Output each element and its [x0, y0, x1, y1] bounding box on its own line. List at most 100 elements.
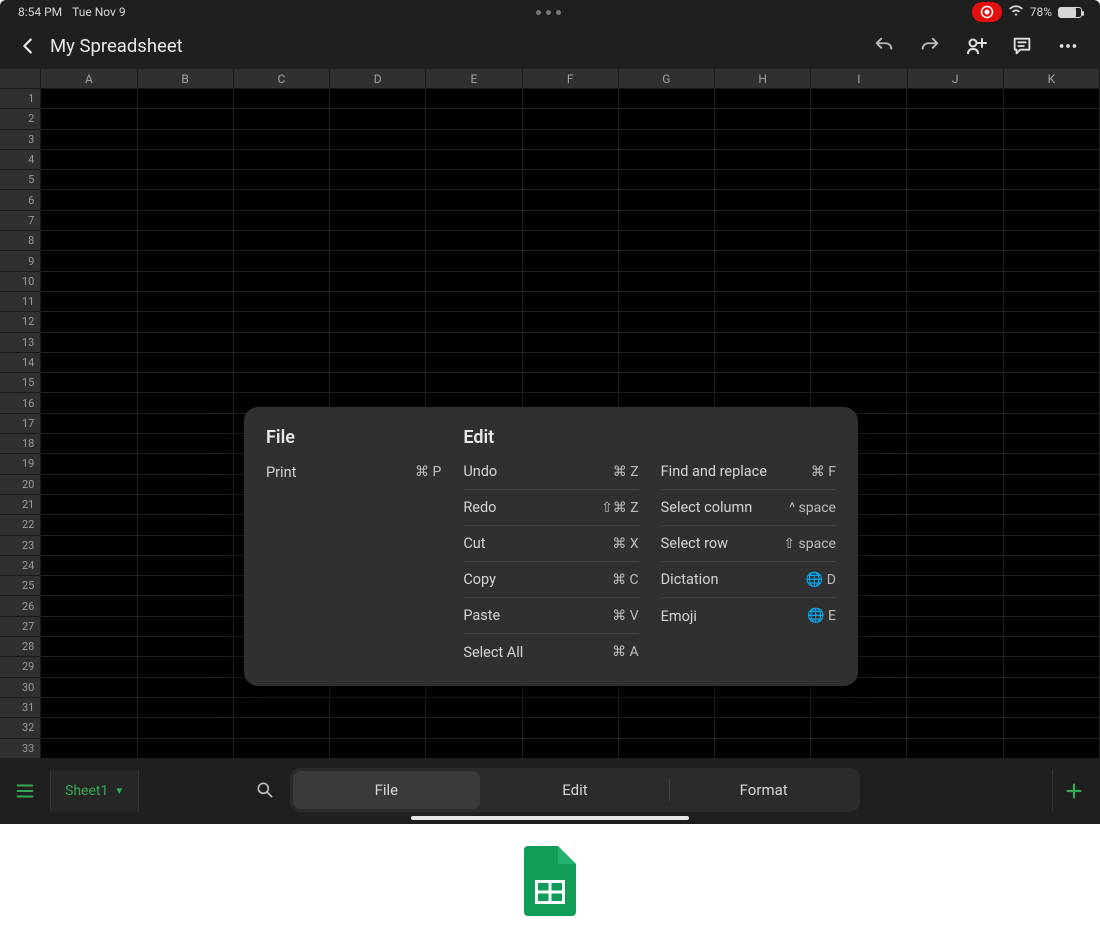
cell[interactable] [138, 109, 234, 129]
cell[interactable] [234, 272, 330, 292]
row-header[interactable]: 21 [0, 495, 41, 515]
cell[interactable] [523, 698, 619, 718]
cell[interactable] [811, 698, 907, 718]
cell[interactable] [41, 150, 137, 170]
cell[interactable] [523, 739, 619, 759]
cell[interactable] [234, 333, 330, 353]
cell[interactable] [138, 657, 234, 677]
cell[interactable] [619, 251, 715, 271]
cell[interactable] [523, 89, 619, 109]
cell[interactable] [138, 515, 234, 535]
cell[interactable] [426, 211, 522, 231]
cell[interactable] [523, 190, 619, 210]
cell[interactable] [234, 373, 330, 393]
row-header[interactable]: 30 [0, 678, 41, 698]
cell[interactable] [811, 718, 907, 738]
row-header[interactable]: 18 [0, 434, 41, 454]
cell[interactable] [41, 170, 137, 190]
cell[interactable] [41, 536, 137, 556]
cell[interactable] [907, 211, 1003, 231]
cell[interactable] [41, 576, 137, 596]
cell[interactable] [619, 272, 715, 292]
cell[interactable] [811, 251, 907, 271]
cell[interactable] [1004, 637, 1100, 657]
cell[interactable] [41, 454, 137, 474]
cell[interactable] [907, 251, 1003, 271]
cell[interactable] [523, 109, 619, 129]
cell[interactable] [138, 739, 234, 759]
cell[interactable] [330, 739, 426, 759]
cell[interactable] [1004, 698, 1100, 718]
cell[interactable] [907, 698, 1003, 718]
cell[interactable] [41, 130, 137, 150]
select-all-cell[interactable] [0, 69, 41, 89]
cell[interactable] [1004, 170, 1100, 190]
column-header[interactable]: H [715, 69, 811, 89]
cell[interactable] [41, 617, 137, 637]
cell[interactable] [907, 617, 1003, 637]
cell[interactable] [138, 130, 234, 150]
cell[interactable] [715, 170, 811, 190]
cell[interactable] [234, 739, 330, 759]
cell[interactable] [234, 698, 330, 718]
cell[interactable] [1004, 515, 1100, 535]
cell[interactable] [907, 495, 1003, 515]
cell[interactable] [1004, 596, 1100, 616]
column-header[interactable]: J [908, 69, 1004, 89]
cell[interactable] [619, 373, 715, 393]
cell[interactable] [523, 292, 619, 312]
cell[interactable] [523, 272, 619, 292]
cell[interactable] [138, 170, 234, 190]
column-header[interactable]: G [619, 69, 715, 89]
column-header[interactable]: E [426, 69, 522, 89]
cell[interactable] [907, 272, 1003, 292]
cell[interactable] [41, 373, 137, 393]
cell[interactable] [619, 109, 715, 129]
cell[interactable] [619, 312, 715, 332]
cell[interactable] [811, 312, 907, 332]
cell[interactable] [330, 211, 426, 231]
cell[interactable] [138, 454, 234, 474]
cell[interactable] [41, 596, 137, 616]
multitask-indicator[interactable] [536, 10, 561, 15]
cell[interactable] [138, 89, 234, 109]
cell[interactable] [138, 333, 234, 353]
cell[interactable] [234, 292, 330, 312]
cell[interactable] [41, 475, 137, 495]
all-sheets-button[interactable] [4, 770, 46, 812]
cell[interactable] [811, 292, 907, 312]
cell[interactable] [907, 353, 1003, 373]
cell[interactable] [715, 211, 811, 231]
cell[interactable] [715, 718, 811, 738]
cell[interactable] [138, 678, 234, 698]
row-header[interactable]: 25 [0, 576, 41, 596]
cell[interactable] [1004, 231, 1100, 251]
cell[interactable] [907, 515, 1003, 535]
comments-button[interactable] [1008, 32, 1036, 60]
column-header[interactable]: I [811, 69, 907, 89]
cell[interactable] [41, 393, 137, 413]
cell[interactable] [41, 637, 137, 657]
cell[interactable] [523, 333, 619, 353]
cell[interactable] [907, 576, 1003, 596]
cell[interactable] [811, 109, 907, 129]
cell[interactable] [907, 718, 1003, 738]
cell[interactable] [1004, 739, 1100, 759]
cell[interactable] [426, 739, 522, 759]
cell[interactable] [907, 190, 1003, 210]
row-header[interactable]: 20 [0, 475, 41, 495]
cell[interactable] [907, 170, 1003, 190]
cell[interactable] [523, 211, 619, 231]
cell[interactable] [907, 373, 1003, 393]
cell[interactable] [907, 434, 1003, 454]
row-header[interactable]: 15 [0, 373, 41, 393]
cell[interactable] [426, 190, 522, 210]
find-button[interactable] [240, 768, 290, 812]
row-header[interactable]: 17 [0, 414, 41, 434]
cell[interactable] [715, 698, 811, 718]
row-header[interactable]: 19 [0, 454, 41, 474]
cell[interactable] [1004, 718, 1100, 738]
cell[interactable] [41, 739, 137, 759]
spreadsheet-grid[interactable]: ABCDEFGHIJK 1234567891011121314151617181… [0, 68, 1100, 758]
column-header[interactable]: A [41, 69, 137, 89]
